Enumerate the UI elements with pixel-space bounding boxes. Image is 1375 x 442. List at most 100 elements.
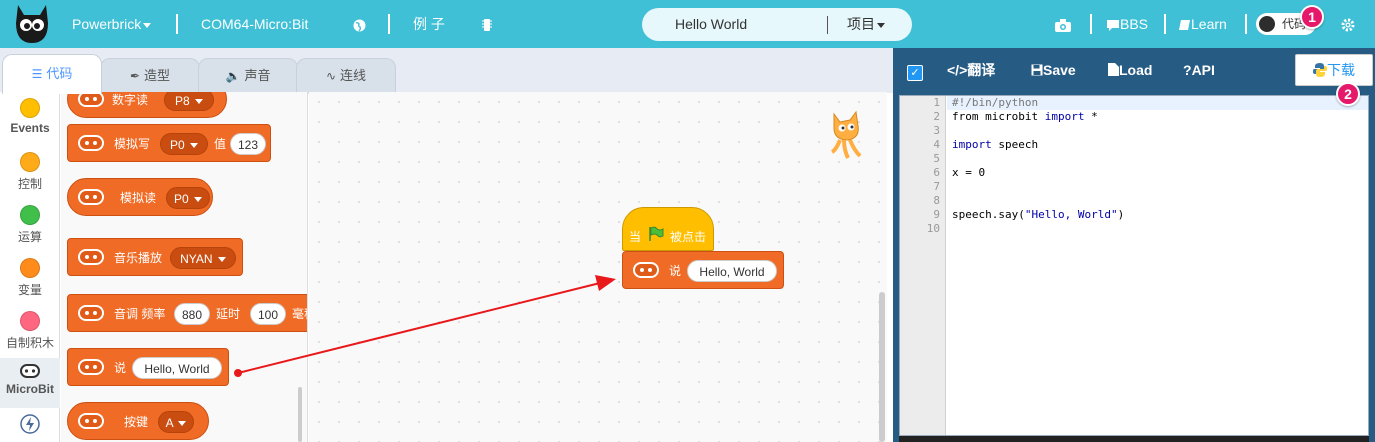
project-divider	[827, 16, 828, 34]
topbar-divider	[1164, 14, 1166, 34]
chevron-down-icon	[190, 143, 199, 149]
tab-costumes-label: 造型	[144, 68, 171, 83]
category-microbit[interactable]: MicroBit	[0, 358, 60, 408]
block-say[interactable]: 说 Hello, World	[67, 348, 229, 386]
code-brackets-icon: </>	[947, 62, 968, 78]
category-label: Events	[10, 121, 50, 135]
code-line-6: x = 0	[952, 166, 986, 179]
block-label: 模拟读	[120, 191, 157, 205]
category-extension[interactable]	[0, 414, 60, 434]
project-menu-label: 项目	[847, 16, 875, 32]
line-number: 3	[933, 124, 940, 137]
category-dot	[20, 258, 40, 278]
examples-menu[interactable]: 例 子	[413, 0, 445, 48]
say-text-input[interactable]: Hello, World	[687, 260, 777, 282]
script-workspace[interactable]	[309, 92, 887, 442]
category-my-blocks[interactable]: 自制积木	[0, 311, 60, 351]
block-tone[interactable]: 音调 频率 880 延时 100 毫秒	[67, 294, 307, 332]
chevron-down-icon	[194, 197, 203, 203]
block-label: 说	[669, 264, 682, 278]
tab-wiring[interactable]: ∿ 连线	[296, 58, 396, 94]
bbs-link[interactable]: BBS	[1106, 0, 1148, 48]
tab-sounds[interactable]: 🔈 声音	[198, 58, 298, 94]
code-token: *	[1084, 110, 1098, 123]
block-music-play[interactable]: 音乐播放 NYAN	[67, 238, 243, 276]
port-selector[interactable]: COM64-Micro:Bit	[201, 0, 308, 48]
bbs-label: BBS	[1120, 16, 1149, 32]
app-menu-label: Powerbrick	[72, 16, 142, 32]
frequency-input[interactable]: 880	[174, 303, 210, 325]
pin-dropdown[interactable]: P0	[166, 187, 210, 209]
line-number: 2	[933, 110, 940, 123]
api-button[interactable]: ?API	[1183, 48, 1215, 92]
key-dropdown[interactable]: A	[158, 411, 194, 433]
block-label: 音调 频率	[114, 307, 166, 321]
load-label: Load	[1119, 62, 1153, 78]
project-bar: Hello World 项目	[642, 8, 912, 41]
green-flag-icon	[649, 226, 664, 241]
code-token: from microbit	[952, 110, 1045, 123]
block-analog-write[interactable]: 模拟写 P0 值 123	[67, 124, 271, 162]
tab-costumes[interactable]: ✒ 造型	[100, 58, 200, 94]
step-badge-1: 1	[1300, 5, 1324, 29]
palette-scrollbar[interactable]	[298, 387, 302, 442]
block-digital-read[interactable]: 数字读 P8	[67, 92, 227, 118]
microbit-icon	[633, 262, 659, 278]
melody-value: NYAN	[180, 252, 213, 266]
block-when-flag-clicked[interactable]: 当 被点击	[622, 207, 714, 251]
delay-input[interactable]: 100	[250, 303, 286, 325]
chevron-down-icon	[877, 22, 885, 28]
melody-dropdown[interactable]: NYAN	[170, 247, 236, 269]
translate-button[interactable]: </>翻译	[947, 48, 995, 92]
project-name-field[interactable]: Hello World	[675, 8, 747, 41]
block-label: 音乐播放	[114, 251, 163, 265]
hat-clicked-label: 被点击	[670, 230, 707, 244]
block-button[interactable]: 按键 A	[67, 402, 209, 440]
download-button[interactable]: 下载	[1295, 54, 1373, 86]
category-events[interactable]: Events	[0, 98, 60, 135]
owl-logo-icon[interactable]	[12, 3, 52, 45]
workspace-block-say[interactable]: 说 Hello, World	[622, 251, 784, 289]
category-variables[interactable]: 变量	[0, 258, 60, 298]
globe-icon[interactable]	[353, 0, 366, 48]
category-label: 自制积木	[5, 336, 54, 350]
sync-checkbox[interactable]: ✓	[907, 65, 923, 81]
chip-icon[interactable]	[482, 0, 492, 48]
chat-icon	[1107, 20, 1119, 32]
category-label: 变量	[17, 283, 42, 297]
project-menu[interactable]: 项目	[847, 8, 885, 41]
gear-icon[interactable]	[1341, 0, 1355, 48]
category-sidebar: Events 控制 运算 变量 自制积木 MicroBit	[0, 92, 60, 442]
tab-code[interactable]: ☰ 代码	[2, 54, 102, 94]
pin-value: P0	[173, 192, 189, 206]
microbit-icon	[78, 305, 104, 321]
category-dot	[20, 98, 40, 118]
tab-sounds-label: 声音	[244, 68, 271, 83]
category-label: MicroBit	[6, 382, 54, 396]
app-menu[interactable]: Powerbrick	[72, 0, 152, 48]
speaker-icon: 🔈	[225, 69, 241, 83]
pin-value: P0	[169, 138, 185, 152]
file-icon	[1108, 63, 1119, 76]
say-text-input[interactable]: Hello, World	[132, 357, 222, 379]
category-operators[interactable]: 运算	[0, 205, 60, 245]
category-label: 运算	[17, 230, 42, 244]
step-badge-2: 2	[1336, 82, 1360, 106]
console-output-strip	[899, 436, 1369, 442]
code-panel: ✓ </>翻译 Save Load ?API 下载 1 2 3 4 5 6 7 …	[893, 48, 1375, 442]
pin-dropdown[interactable]: P8	[164, 92, 214, 111]
toggle-knob	[1259, 16, 1275, 32]
category-control[interactable]: 控制	[0, 152, 60, 192]
save-label: Save	[1043, 62, 1076, 78]
python-code-editor[interactable]: 1 2 3 4 5 6 7 8 9 10 #!/bin/python from …	[899, 95, 1369, 436]
value-input[interactable]: 123	[230, 133, 266, 155]
learn-link[interactable]: Learn	[1178, 0, 1227, 48]
code-toolbar: ✓ </>翻译 Save Load ?API 下载	[893, 48, 1375, 92]
pin-dropdown[interactable]: P0	[160, 133, 208, 155]
save-button[interactable]: Save	[1031, 48, 1076, 92]
load-button[interactable]: Load	[1108, 48, 1152, 92]
block-palette: 数字读 P8 模拟写 P0 值 123 模拟读 P0 音乐播放 NYAN 音调 …	[61, 92, 308, 442]
camera-icon[interactable]	[1055, 0, 1071, 48]
workspace-scrollbar[interactable]	[879, 292, 885, 442]
block-analog-read[interactable]: 模拟读 P0	[67, 178, 213, 216]
